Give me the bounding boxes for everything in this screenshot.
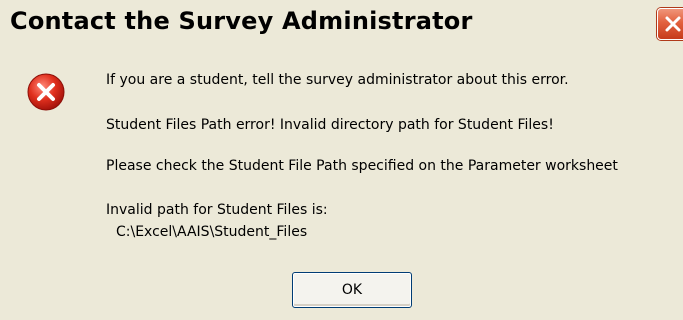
ok-button[interactable]: OK	[292, 272, 412, 308]
message-dialog: Contact the Survey Administrator If you …	[0, 0, 683, 320]
dialog-title: Contact the Survey Administrator	[10, 7, 473, 35]
message-line-error: Student Files Path error! Invalid direct…	[106, 117, 554, 133]
message-line-invalid-path-label: Invalid path for Student Files is:	[106, 202, 328, 218]
close-icon	[665, 16, 681, 32]
title-bar[interactable]: Contact the Survey Administrator	[0, 0, 683, 46]
error-icon	[27, 73, 65, 111]
message-line-instruction: If you are a student, tell the survey ad…	[106, 72, 569, 88]
close-button[interactable]	[657, 8, 683, 40]
message-line-check: Please check the Student File Path speci…	[106, 158, 618, 174]
message-line-invalid-path-value: C:\Excel\AAIS\Student_Files	[116, 224, 308, 240]
